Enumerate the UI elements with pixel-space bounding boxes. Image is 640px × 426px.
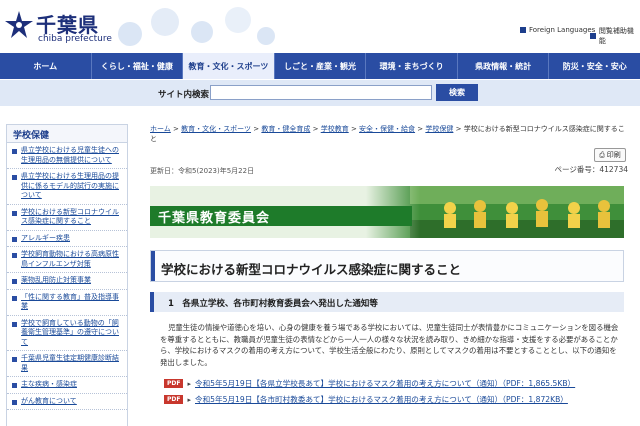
bullet-icon bbox=[12, 399, 17, 405]
breadcrumb-separator: > bbox=[312, 125, 319, 133]
accessibility-icon bbox=[590, 33, 596, 39]
search-input[interactable] bbox=[210, 85, 432, 100]
site-header: 千葉県 chiba prefecture Foreign Languages 閲… bbox=[0, 0, 640, 52]
sidebar-item[interactable]: 主な疾病・感染症 bbox=[7, 377, 127, 394]
print-button[interactable]: ⎙ 印刷 bbox=[594, 148, 626, 162]
breadcrumb-link[interactable]: 学校保健 bbox=[425, 125, 453, 133]
bullet-icon bbox=[12, 357, 17, 362]
main-content: ホーム > 教育・文化・スポーツ > 教育・健全育成 > 学校教育 > 安全・保… bbox=[150, 124, 628, 404]
updated-date: 更新日：令和5(2023)年5月22日 bbox=[150, 167, 255, 175]
page-title-box: 学校における新型コロナウイルス感染症に関すること bbox=[150, 250, 624, 282]
sidebar-item[interactable]: 県立学校における生理用品の提供に係るモデル的試行の実施について bbox=[7, 169, 127, 205]
print-label: 印刷 bbox=[606, 151, 621, 159]
bullet-icon bbox=[12, 210, 17, 216]
globe-icon bbox=[520, 27, 526, 33]
page-id: ページ番号：412734 bbox=[554, 165, 628, 174]
accessibility-label: 閲覧補助機能 bbox=[598, 27, 634, 45]
breadcrumb: ホーム > 教育・文化・スポーツ > 教育・健全育成 > 学校教育 > 安全・保… bbox=[150, 124, 628, 144]
sidebar: 学校保健 県立学校における児童生徒への生理用品の無償提供について 県立学校におけ… bbox=[6, 124, 128, 426]
sidebar-item[interactable]: 学校飼育動物における高病原性鳥インフルエンザ対策 bbox=[7, 247, 127, 273]
pdf-link[interactable]: 令和5年5月19日【各県立学校長あて】学校におけるマスク着用の考え方について（通… bbox=[195, 378, 575, 389]
sidebar-item-label: 県立学校における児童生徒への生理用品の無償提供について bbox=[21, 146, 119, 164]
breadcrumb-link[interactable]: 教育・健全育成 bbox=[261, 125, 310, 133]
nav-living[interactable]: くらし・福祉・健康 bbox=[92, 53, 184, 79]
section-heading: 1 各県立学校、各市町村教育委員会へ発出した通知等 bbox=[168, 299, 378, 309]
bullet-icon bbox=[12, 383, 17, 388]
breadcrumb-separator: > bbox=[350, 125, 357, 133]
title-accent-bar bbox=[151, 251, 155, 281]
sidebar-item[interactable]: 薬物乱用防止対策事業 bbox=[7, 273, 127, 290]
breadcrumb-link[interactable]: 安全・保健・給食 bbox=[359, 125, 415, 133]
breadcrumb-separator: > bbox=[253, 125, 260, 133]
site-search-bar: サイト内検索 検索 bbox=[0, 80, 640, 106]
bullet-icon bbox=[12, 149, 17, 154]
search-label: サイト内検索 bbox=[158, 90, 210, 100]
pdf-link-row[interactable]: PDF ▸ 令和5年5月19日【各市町村教委あて】学校におけるマスク着用の考え方… bbox=[164, 394, 568, 405]
section-body-text: 児童生徒の情操や道徳心を培い、心身の健康を養う場である学校においては、児童生徒同… bbox=[160, 323, 619, 367]
accessibility-link[interactable]: 閲覧補助機能 bbox=[590, 26, 640, 46]
sidebar-item-label: 学校における新型コロナウイルス感染症に関すること bbox=[21, 207, 119, 226]
bullet-icon bbox=[12, 321, 17, 327]
breadcrumb-link[interactable]: 教育・文化・スポーツ bbox=[181, 125, 251, 133]
sidebar-item-label: 学校飼育動物における高病原性鳥インフルエンザ対策 bbox=[21, 250, 119, 268]
sidebar-item-label: 「性に関する教育」普及指導事業 bbox=[21, 292, 119, 311]
breadcrumb-separator: > bbox=[173, 125, 179, 133]
printer-icon: ⎙ bbox=[599, 150, 605, 159]
sidebar-item-label: 薬物乱用防止対策事業 bbox=[21, 276, 91, 284]
breadcrumb-separator: > bbox=[455, 125, 462, 133]
search-button[interactable]: 検索 bbox=[436, 84, 478, 101]
sidebar-item-current[interactable]: 学校における新型コロナウイルス感染症に関すること bbox=[7, 205, 127, 231]
sidebar-item-label: がん教育について bbox=[21, 396, 77, 405]
sidebar-item-label: 千葉県児童生徒定期健康診断結果 bbox=[21, 354, 119, 372]
sidebar-item-label: アレルギー疾患 bbox=[21, 233, 70, 242]
nav-environment[interactable]: 環境・まちづくり bbox=[366, 53, 458, 79]
nav-safety[interactable]: 防災・安全・安心 bbox=[549, 53, 640, 79]
global-nav: ホーム くらし・福祉・健康 教育・文化・スポーツ しごと・産業・観光 環境・まち… bbox=[0, 53, 640, 79]
nav-home[interactable]: ホーム bbox=[0, 53, 92, 79]
sidebar-item-label: 主な疾病・感染症 bbox=[21, 380, 77, 388]
pdf-badge: PDF bbox=[164, 379, 184, 388]
site-logo-subtitle: chiba prefecture bbox=[38, 34, 112, 44]
sidebar-item[interactable]: 学校で飼育している動物の「飼養衛生管理基準」の遵守について bbox=[7, 316, 127, 351]
sidebar-item[interactable]: アレルギー疾患 bbox=[7, 231, 127, 247]
sidebar-item[interactable]: 「性に関する教育」普及指導事業 bbox=[7, 290, 127, 316]
bullet-icon bbox=[12, 236, 17, 242]
breadcrumb-separator: > bbox=[417, 125, 424, 133]
nav-education[interactable]: 教育・文化・スポーツ bbox=[183, 53, 275, 79]
nav-work[interactable]: しごと・産業・観光 bbox=[275, 53, 367, 79]
pdf-link[interactable]: 令和5年5月19日【各市町村教委あて】学校におけるマスク着用の考え方について（通… bbox=[195, 394, 568, 405]
breadcrumb-link[interactable]: ホーム bbox=[150, 125, 171, 133]
page-title: 学校における新型コロナウイルス感染症に関すること bbox=[161, 262, 462, 277]
foreign-languages-link[interactable]: Foreign Languages bbox=[520, 26, 595, 34]
sidebar-item[interactable]: がん教育について bbox=[7, 394, 127, 410]
chiba-star-logo-icon[interactable] bbox=[4, 10, 34, 40]
arrow-right-icon: ▸ bbox=[187, 395, 191, 404]
pdf-badge: PDF bbox=[164, 395, 184, 404]
bullet-icon bbox=[12, 253, 17, 258]
breadcrumb-link[interactable]: 学校教育 bbox=[321, 125, 349, 133]
foreign-languages-label: Foreign Languages bbox=[529, 26, 596, 34]
sidebar-item-label: 学校で飼育している動物の「飼養衛生管理基準」の遵守について bbox=[21, 318, 119, 346]
pdf-link-row[interactable]: PDF ▸ 令和5年5月19日【各県立学校長あて】学校におけるマスク着用の考え方… bbox=[164, 378, 575, 389]
bullet-icon bbox=[12, 279, 17, 284]
bullet-icon bbox=[12, 175, 17, 180]
sidebar-item[interactable]: 県立学校における児童生徒への生理用品の無償提供について bbox=[7, 143, 127, 169]
nav-government[interactable]: 県政情報・統計 bbox=[458, 53, 550, 79]
sidebar-heading[interactable]: 学校保健 bbox=[7, 125, 127, 143]
sidebar-item-label: 県立学校における生理用品の提供に係るモデル的試行の実施について bbox=[21, 172, 119, 199]
header-decoration-icon bbox=[118, 7, 275, 46]
sidebar-item[interactable]: 千葉県児童生徒定期健康診断結果 bbox=[7, 351, 127, 377]
banner-title: 千葉県教育委員会 bbox=[158, 211, 271, 226]
arrow-right-icon: ▸ bbox=[187, 379, 191, 388]
board-of-education-banner: 千葉県教育委員会 bbox=[150, 186, 624, 238]
bullet-icon bbox=[12, 295, 17, 301]
section-heading-box: 1 各県立学校、各市町村教育委員会へ発出した通知等 bbox=[150, 292, 624, 312]
